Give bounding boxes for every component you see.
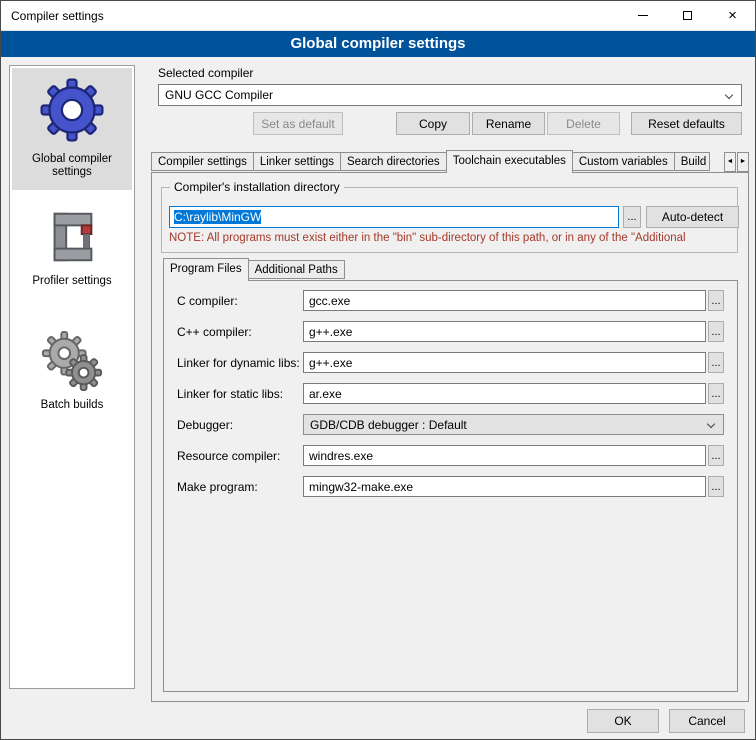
- profiler-icon: [41, 206, 103, 268]
- dialog-header: Global compiler settings: [1, 31, 755, 57]
- dynamic-linker-browse-button[interactable]: ...: [708, 352, 724, 373]
- tab-custom-variables[interactable]: Custom variables: [572, 152, 675, 171]
- static-linker-input[interactable]: [303, 383, 706, 404]
- static-linker-browse-button[interactable]: ...: [708, 383, 724, 404]
- field-label: Linker for static libs:: [177, 387, 283, 401]
- c-compiler-browse-button[interactable]: ...: [708, 290, 724, 311]
- sidebar-item-label: Batch builds: [12, 399, 132, 412]
- field-label: Debugger:: [177, 418, 233, 432]
- resource-compiler-browse-button[interactable]: ...: [708, 445, 724, 466]
- selected-compiler-label: Selected compiler: [158, 66, 253, 80]
- debugger-select-value: GDB/CDB debugger : Default: [310, 418, 467, 432]
- tab-toolchain-executables[interactable]: Toolchain executables: [446, 150, 573, 173]
- installation-directory-group-label: Compiler's installation directory: [170, 180, 344, 194]
- cancel-button[interactable]: Cancel: [669, 709, 745, 733]
- minimize-icon: [638, 15, 648, 16]
- cpp-compiler-browse-button[interactable]: ...: [708, 321, 724, 342]
- tab-scroll-left-button[interactable]: ◄: [724, 152, 736, 172]
- tab-linker-settings[interactable]: Linker settings: [253, 152, 341, 171]
- field-label: Linker for dynamic libs:: [177, 356, 300, 370]
- chevron-down-icon: [725, 91, 733, 99]
- resource-compiler-input[interactable]: [303, 445, 706, 466]
- settings-category-list: Global compiler settings Profiler settin…: [9, 65, 135, 689]
- compiler-select-value: GNU GCC Compiler: [165, 88, 273, 102]
- install-dir-input[interactable]: C:\raylib\MinGW: [169, 206, 619, 228]
- sidebar-item-global-compiler-settings[interactable]: Global compiler settings: [12, 68, 132, 190]
- field-label: C compiler:: [177, 294, 238, 308]
- dynamic-linker-input[interactable]: [303, 352, 706, 373]
- rename-button[interactable]: Rename: [472, 112, 545, 135]
- close-icon: ×: [728, 8, 737, 23]
- tab-search-directories[interactable]: Search directories: [340, 152, 447, 171]
- tab-program-files[interactable]: Program Files: [163, 258, 249, 281]
- reset-defaults-button[interactable]: Reset defaults: [631, 112, 742, 135]
- copy-button[interactable]: Copy: [396, 112, 470, 135]
- delete-button[interactable]: Delete: [547, 112, 620, 135]
- chevron-down-icon: [707, 420, 715, 428]
- install-dir-selected-text: C:\raylib\MinGW: [174, 210, 261, 224]
- auto-detect-button[interactable]: Auto-detect: [646, 206, 739, 228]
- sidebar-item-profiler-settings[interactable]: Profiler settings: [12, 200, 132, 304]
- tab-scroll-right-button[interactable]: ►: [737, 152, 749, 172]
- compiler-settings-window: Compiler settings × Global compiler sett…: [0, 0, 756, 740]
- gray-gears-icon: [41, 330, 103, 392]
- ok-button[interactable]: OK: [587, 709, 659, 733]
- maximize-button[interactable]: [665, 1, 710, 30]
- close-button[interactable]: ×: [710, 1, 755, 30]
- tab-strip: Compiler settings Linker settings Search…: [151, 150, 723, 173]
- title-bar: Compiler settings ×: [1, 1, 755, 31]
- minimize-button[interactable]: [620, 1, 665, 30]
- make-program-input[interactable]: [303, 476, 706, 497]
- debugger-select[interactable]: GDB/CDB debugger : Default: [303, 414, 724, 435]
- tab-build-options[interactable]: Build: [674, 152, 710, 171]
- maximize-icon: [683, 11, 692, 20]
- cpp-compiler-input[interactable]: [303, 321, 706, 342]
- make-program-browse-button[interactable]: ...: [708, 476, 724, 497]
- sidebar-item-label: Global compiler settings: [12, 153, 132, 179]
- tab-compiler-settings[interactable]: Compiler settings: [151, 152, 254, 171]
- field-label: Resource compiler:: [177, 449, 280, 463]
- c-compiler-input[interactable]: [303, 290, 706, 311]
- set-as-default-button[interactable]: Set as default: [253, 112, 343, 135]
- sidebar-item-batch-builds[interactable]: Batch builds: [12, 324, 132, 424]
- sub-tab-strip: Program Files Additional Paths: [163, 258, 344, 281]
- tab-additional-paths[interactable]: Additional Paths: [248, 260, 345, 279]
- blue-gear-icon: [36, 74, 108, 146]
- sidebar-item-label: Profiler settings: [12, 275, 132, 288]
- install-dir-browse-button[interactable]: ...: [623, 206, 641, 228]
- install-dir-note: NOTE: All programs must exist either in …: [169, 232, 737, 244]
- window-title: Compiler settings: [11, 9, 104, 23]
- field-label: Make program:: [177, 480, 258, 494]
- caption-buttons: ×: [620, 1, 755, 30]
- compiler-select[interactable]: GNU GCC Compiler: [158, 84, 742, 106]
- field-label: C++ compiler:: [177, 325, 252, 339]
